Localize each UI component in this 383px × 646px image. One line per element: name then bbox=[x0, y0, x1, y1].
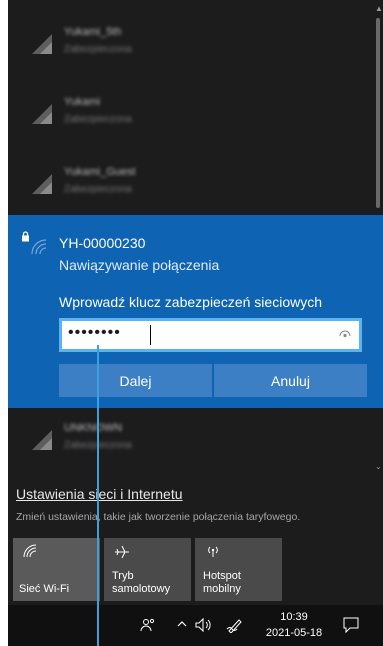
connection-status: Nawiązywanie połączenia bbox=[59, 257, 220, 273]
wifi-icon bbox=[32, 174, 52, 194]
clock[interactable]: 10:39 2021-05-18 bbox=[259, 609, 329, 641]
security-key-value: •••••••• bbox=[68, 324, 121, 341]
volume-icon[interactable] bbox=[194, 617, 212, 633]
text-caret bbox=[150, 325, 151, 345]
network-settings-description: Zmień ustawienia, takie jak tworzenie po… bbox=[16, 511, 301, 523]
network-status: Zabezpieczona bbox=[64, 114, 132, 125]
network-status: Zabezpieczona bbox=[64, 44, 132, 55]
network-item[interactable]: UNKNOWN Zabezpieczona bbox=[8, 408, 371, 474]
reveal-password-icon[interactable] bbox=[339, 330, 351, 338]
scrollbar[interactable]: ▲ ⌄ bbox=[373, 0, 383, 480]
scroll-thumb[interactable] bbox=[376, 18, 380, 208]
network-name: Yukami bbox=[64, 96, 101, 108]
network-flyout: Yukami_5th Zabezpieczona Yukami Zabezpie… bbox=[8, 0, 383, 646]
scroll-down-icon[interactable]: ⌄ bbox=[375, 462, 382, 471]
wifi-icon bbox=[32, 430, 52, 450]
scroll-up-icon[interactable]: ▲ bbox=[375, 4, 383, 13]
callout-line bbox=[97, 345, 99, 646]
clock-date: 2021-05-18 bbox=[265, 627, 323, 639]
wifi-tile-label: Sieć Wi-Fi bbox=[19, 583, 70, 595]
security-key-input[interactable]: •••••••• bbox=[59, 318, 362, 352]
pen-icon[interactable] bbox=[226, 617, 244, 633]
next-button[interactable]: Dalej bbox=[59, 364, 212, 397]
network-item[interactable]: Yukami Zabezpieczona bbox=[8, 82, 371, 148]
network-item[interactable]: Yukami_Guest Zabezpieczona bbox=[8, 152, 371, 218]
cancel-button[interactable]: Anuluj bbox=[214, 364, 367, 397]
hotspot-icon bbox=[208, 546, 218, 557]
taskbar: 10:39 2021-05-18 bbox=[8, 605, 383, 646]
wifi-icon bbox=[32, 34, 52, 54]
mobile-hotspot-tile[interactable]: Hotspot mobilny bbox=[195, 538, 282, 601]
airplane-tile-label: Tryb samolotowy bbox=[112, 570, 171, 595]
wifi-icon bbox=[32, 104, 52, 124]
wifi-icon bbox=[23, 544, 37, 558]
notification-icon[interactable] bbox=[342, 616, 360, 634]
network-name: Yukami_Guest bbox=[64, 166, 136, 178]
wifi-icon bbox=[31, 239, 47, 255]
clock-time: 10:39 bbox=[280, 611, 308, 623]
security-key-label: Wprowadź klucz zabezpieczeń sieciowych bbox=[59, 294, 322, 310]
network-status: Zabezpieczona bbox=[64, 184, 132, 195]
hotspot-tile-label: Hotspot mobilny bbox=[203, 570, 241, 595]
active-network-panel: YH-00000230 Nawiązywanie połączenia Wpro… bbox=[8, 215, 383, 408]
network-name: UNKNOWN bbox=[64, 422, 123, 434]
network-ssid: YH-00000230 bbox=[59, 235, 146, 251]
chevron-up-icon[interactable] bbox=[176, 618, 188, 630]
airplane-icon bbox=[115, 545, 129, 559]
airplane-mode-tile[interactable]: Tryb samolotowy bbox=[104, 538, 191, 601]
people-icon[interactable] bbox=[140, 617, 156, 633]
network-item[interactable]: Yukami_5th Zabezpieczona bbox=[8, 12, 371, 78]
wifi-toggle-tile[interactable]: Sieć Wi-Fi bbox=[13, 538, 100, 601]
network-name: Yukami_5th bbox=[64, 26, 122, 38]
network-settings-link[interactable]: Ustawienia sieci i Internetu bbox=[16, 486, 183, 502]
